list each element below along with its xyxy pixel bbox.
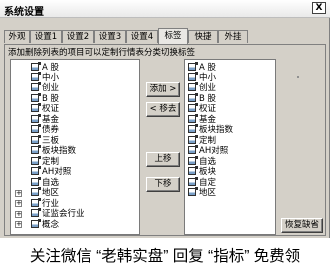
restore-default-button[interactable]: 恢复缺省 xyxy=(281,218,323,233)
list-item[interactable]: A 股 xyxy=(188,62,216,73)
list-item[interactable]: AH对照 xyxy=(31,166,71,177)
document-icon xyxy=(31,62,41,71)
tab-appearance[interactable]: 外观 xyxy=(4,30,30,43)
tab-settings-2[interactable]: 设置2 xyxy=(62,30,94,43)
list-item[interactable]: 自定 xyxy=(188,177,216,188)
remove-button[interactable]: < 移去 xyxy=(146,102,180,117)
move-down-button[interactable]: 下移 xyxy=(146,177,180,192)
window-title: 系统设置 xyxy=(4,7,44,18)
document-icon xyxy=(188,103,198,112)
list-item[interactable]: B 股 xyxy=(188,93,216,104)
tab-plugins[interactable]: 外挂 xyxy=(218,30,248,43)
document-icon xyxy=(188,166,198,175)
list-item[interactable]: 权证 xyxy=(188,103,216,114)
list-item[interactable]: 板块指数 xyxy=(31,145,76,156)
document-icon xyxy=(31,177,41,186)
tree-node-industry[interactable]: 行业 xyxy=(31,198,59,209)
document-icon xyxy=(31,82,41,91)
document-icon xyxy=(188,156,198,165)
close-button[interactable]: X xyxy=(312,2,326,14)
document-icon xyxy=(31,156,41,165)
list-item[interactable]: 基金 xyxy=(31,114,59,125)
tree-node-csrc-industry[interactable]: 证监会行业 xyxy=(31,208,85,219)
folder-icon xyxy=(31,208,41,217)
list-item[interactable]: 中小 xyxy=(31,72,59,83)
available-items-list[interactable]: A 股 中小 创业 B 股 权证 基金 债券 三板 板块指数 定制 AH对照 自… xyxy=(10,59,140,235)
hint-text: 添加删除列表的项目可以定制行情表分类切换标签 xyxy=(8,48,196,58)
add-button[interactable]: 添加 > xyxy=(146,82,180,97)
document-icon xyxy=(188,93,198,102)
document-icon xyxy=(31,135,41,144)
list-item[interactable]: 创业 xyxy=(188,82,216,93)
title-bar: 系统设置 X xyxy=(0,0,330,18)
list-item[interactable]: AH对照 xyxy=(188,145,228,156)
list-item[interactable]: 中小 xyxy=(188,72,216,83)
list-item[interactable]: A 股 xyxy=(31,62,59,73)
tree-node-concept[interactable]: 概念 xyxy=(31,219,59,230)
document-icon xyxy=(31,93,41,102)
list-item[interactable]: 板块 xyxy=(188,166,216,177)
document-icon xyxy=(188,124,198,133)
document-icon xyxy=(188,187,198,196)
expand-icon[interactable]: + xyxy=(15,190,22,197)
move-up-button[interactable]: 上移 xyxy=(146,152,180,167)
list-item[interactable]: 权证 xyxy=(31,103,59,114)
folder-icon xyxy=(31,187,41,196)
footer-caption: 关注微信 “老韩实盘” 回复 “指标” 免费领 xyxy=(0,239,330,275)
list-item[interactable]: 债券 xyxy=(31,124,59,135)
folder-icon xyxy=(31,219,41,228)
document-icon xyxy=(31,145,41,154)
document-icon xyxy=(188,62,198,71)
document-icon xyxy=(31,124,41,133)
expand-icon[interactable]: + xyxy=(15,200,22,207)
list-item[interactable]: 定制 xyxy=(188,135,216,146)
document-icon xyxy=(188,145,198,154)
tab-strip: 外观 设置1 设置2 设置3 设置4 标签 快捷 外挂 xyxy=(4,28,326,44)
expand-icon[interactable]: + xyxy=(15,211,22,218)
tab-settings-4[interactable]: 设置4 xyxy=(126,30,158,43)
tab-shortcuts[interactable]: 快捷 xyxy=(188,30,218,43)
document-icon xyxy=(188,114,198,123)
document-icon xyxy=(31,103,41,112)
list-item[interactable]: 板块指数 xyxy=(188,124,233,135)
list-item[interactable]: 地区 xyxy=(188,187,216,198)
selected-items-list[interactable]: A 股 中小 创业 B 股 权证 基金 板块指数 定制 AH对照 自选 板块 自… xyxy=(184,59,276,235)
document-icon xyxy=(188,135,198,144)
list-item[interactable]: 基金 xyxy=(188,114,216,125)
document-icon xyxy=(188,177,198,186)
tab-settings-3[interactable]: 设置3 xyxy=(94,30,126,43)
document-icon xyxy=(188,82,198,91)
list-item[interactable]: 创业 xyxy=(31,82,59,93)
decorative-dot xyxy=(297,76,299,78)
list-item[interactable]: 自选 xyxy=(31,177,59,188)
list-item[interactable]: 三板 xyxy=(31,135,59,146)
document-icon xyxy=(188,72,198,81)
list-item[interactable]: 自选 xyxy=(188,156,216,167)
list-item[interactable]: 定制 xyxy=(31,156,59,167)
tab-labels[interactable]: 标签 xyxy=(158,28,188,44)
settings-window: 系统设置 X 外观 设置1 设置2 设置3 设置4 标签 快捷 外挂 添加删除列… xyxy=(0,0,330,238)
tree-node-region[interactable]: 地区 xyxy=(31,187,59,198)
expand-icon[interactable]: + xyxy=(15,221,22,228)
folder-icon xyxy=(31,198,41,207)
document-icon xyxy=(31,166,41,175)
document-icon xyxy=(31,72,41,81)
document-icon xyxy=(31,114,41,123)
list-item[interactable]: B 股 xyxy=(31,93,59,104)
tab-settings-1[interactable]: 设置1 xyxy=(30,30,62,43)
